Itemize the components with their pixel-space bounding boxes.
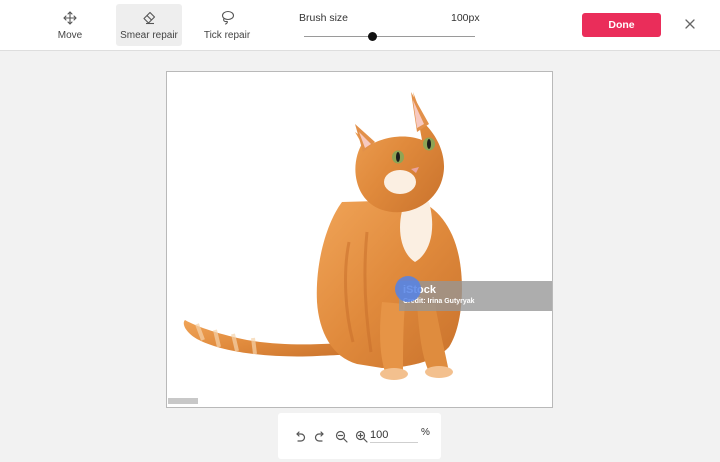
corner-tag (168, 398, 198, 404)
zoom-out-icon[interactable] (334, 429, 348, 443)
zoom-controls: % (278, 413, 441, 459)
smear-repair-tool-label: Smear repair (120, 29, 178, 41)
move-tool-label: Move (57, 29, 83, 41)
brush-cursor (395, 276, 421, 302)
move-icon (63, 10, 77, 26)
image-canvas[interactable]: iStock Credit: Irina Gutyryak (166, 71, 553, 408)
done-button[interactable]: Done (582, 13, 661, 37)
redo-icon[interactable] (313, 429, 327, 443)
move-tool-button[interactable]: Move (44, 4, 96, 46)
tick-repair-tool-label: Tick repair (203, 29, 251, 41)
smear-repair-tool-button[interactable]: Smear repair (116, 4, 182, 46)
brush-size-slider-thumb[interactable] (368, 32, 378, 41)
brush-size-label: Brush size (299, 12, 349, 24)
eraser-icon (142, 10, 156, 26)
top-toolbar: Move Smear repair Tick repair Brush size… (0, 0, 720, 51)
zoom-in-icon[interactable] (354, 429, 368, 443)
undo-icon[interactable] (292, 429, 306, 443)
lasso-icon (220, 10, 235, 26)
close-icon[interactable] (683, 17, 697, 31)
tick-repair-tool-button[interactable]: Tick repair (196, 4, 258, 46)
brush-size-value: 100px (451, 12, 480, 24)
zoom-unit-label: % (421, 427, 430, 438)
cat-photo (183, 92, 462, 380)
zoom-level-input[interactable] (370, 427, 418, 443)
brush-size-slider-track[interactable] (304, 36, 475, 37)
watermark-banner: iStock Credit: Irina Gutyryak (399, 281, 552, 311)
